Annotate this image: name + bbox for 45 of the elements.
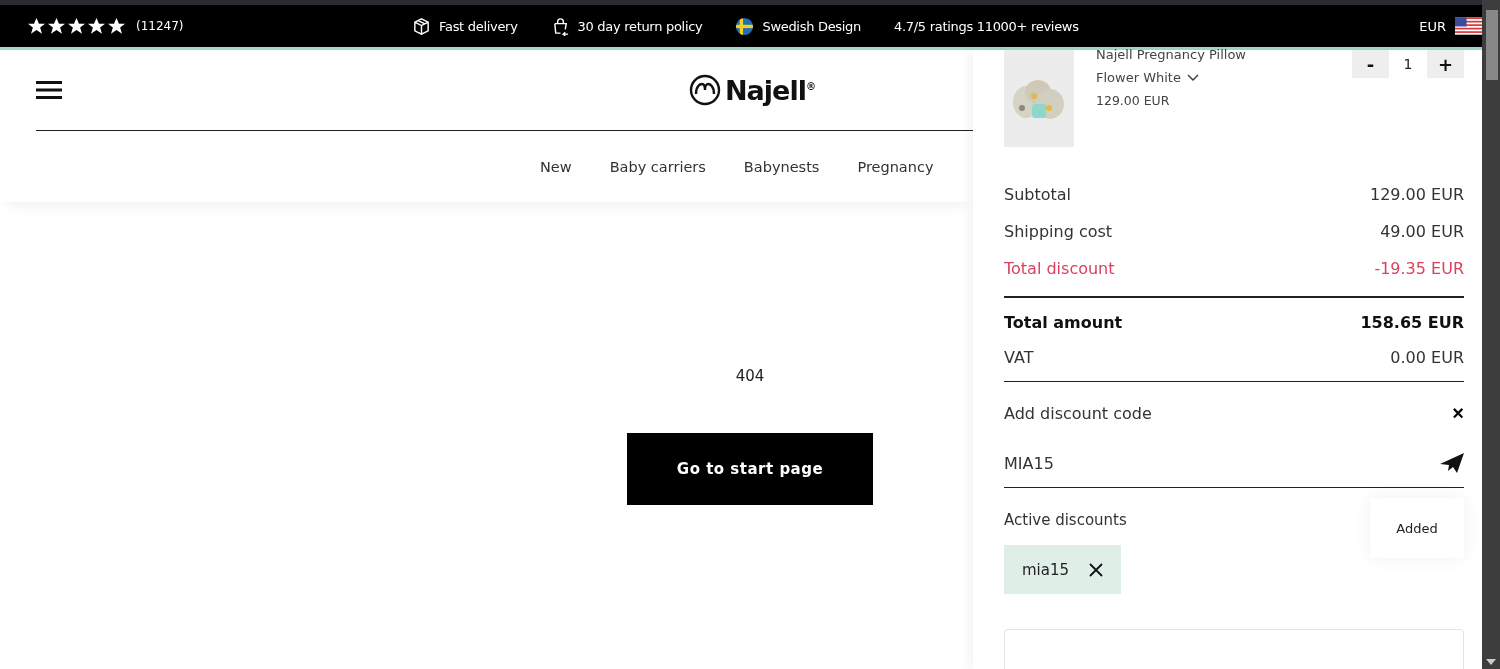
nav-link[interactable]: Pregnancy	[857, 158, 934, 175]
summary-label: Shipping cost	[1004, 222, 1113, 241]
currency-label[interactable]: EUR	[1419, 18, 1446, 34]
usp-text: 4.7/5 ratings 11000+ reviews	[894, 18, 1079, 34]
summary-value: 158.65 EUR	[1360, 312, 1464, 332]
summary-value: 129.00 EUR	[1370, 185, 1464, 204]
summary-label: Subtotal	[1004, 185, 1072, 204]
start-page-button[interactable]: Go to start page	[627, 433, 873, 505]
variant-select[interactable]: Flower White	[1096, 70, 1199, 85]
usp-text: Swedish Design	[762, 18, 861, 34]
quantity-value: 1	[1402, 56, 1414, 72]
flag-icon	[735, 16, 755, 36]
usp-text: Fast delivery	[439, 18, 518, 34]
close-button[interactable]: ×	[1452, 403, 1464, 423]
review-count: (11247)	[136, 19, 184, 33]
scrollbar-thumb[interactable]	[1486, 10, 1498, 80]
discount-code-label: Add discount code	[1004, 403, 1152, 423]
scroll-down-icon[interactable]	[1486, 659, 1496, 665]
summary-value: -19.35 EUR	[1374, 259, 1464, 278]
summary-label: Total discount	[1004, 259, 1115, 278]
nav-link[interactable]: New	[540, 158, 572, 175]
box-icon	[412, 16, 431, 36]
scrollbar[interactable]	[1482, 0, 1500, 669]
product-name[interactable]: Najell Pregnancy Pillow	[1096, 47, 1246, 62]
active-discounts-label: Active discounts	[1004, 511, 1127, 529]
increase-button[interactable]: +	[1427, 50, 1464, 78]
us-flag-icon[interactable]	[1455, 17, 1482, 35]
menu-icon[interactable]	[36, 80, 62, 100]
remove-icon[interactable]	[1089, 562, 1104, 577]
toast-message: Added	[1370, 498, 1464, 558]
nav-link[interactable]: Baby carriers	[609, 158, 706, 175]
nav-link[interactable]: Babynests	[743, 158, 820, 175]
chevron-down-icon[interactable]	[1186, 73, 1199, 82]
logo-icon	[689, 74, 721, 106]
summary-label: Total amount	[1004, 312, 1123, 332]
summary-value: 0.00 EUR	[1390, 347, 1464, 367]
decrease-button[interactable]: -	[1352, 50, 1389, 78]
send-icon[interactable]	[1440, 453, 1464, 473]
summary-label: VAT	[1004, 347, 1034, 367]
usp-text: 30 day return policy	[577, 18, 703, 34]
product-price: 129.00 EUR	[1096, 93, 1171, 108]
error-code: 404	[735, 367, 765, 385]
discount-code: mia15	[1022, 560, 1070, 579]
summary-value: 49.00 EUR	[1380, 222, 1464, 241]
logo-text[interactable]: Najell$^{®}$	[725, 74, 815, 106]
